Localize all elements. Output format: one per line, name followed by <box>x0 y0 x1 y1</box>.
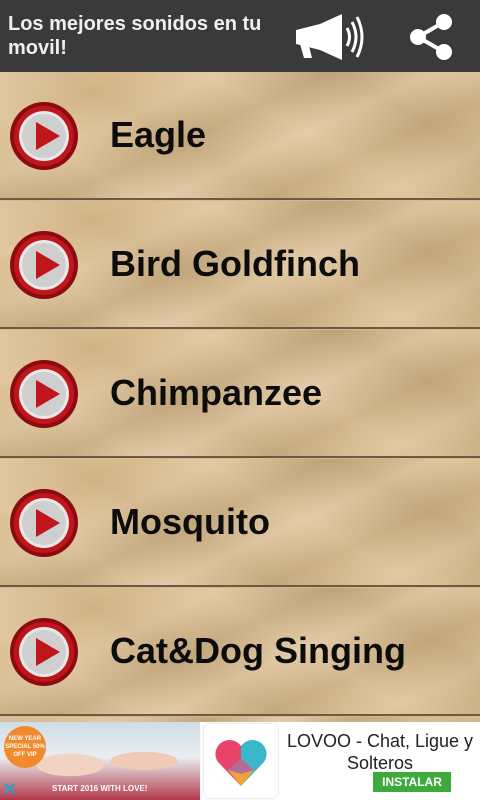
close-icon[interactable]: ✕ <box>2 780 20 798</box>
install-button[interactable]: INSTALAR <box>373 772 451 792</box>
play-icon[interactable] <box>8 229 80 301</box>
sound-label: Bird Goldfinch <box>110 243 360 284</box>
share-icon[interactable] <box>406 12 456 62</box>
app-title: Los mejores sonidos en tu movil! <box>8 13 262 59</box>
sound-item-eagle[interactable]: Eagle <box>0 72 480 200</box>
app-header: Los mejores sonidos en tu movil! <box>0 0 480 72</box>
play-icon[interactable] <box>8 616 80 688</box>
play-icon[interactable] <box>8 487 80 559</box>
sound-label: Mosquito <box>110 501 270 542</box>
sound-label: Chimpanzee <box>110 372 323 413</box>
sound-label: Cat&Dog Singing <box>110 630 406 671</box>
ad-app-name: LOVOO - Chat, Ligue y Solteros <box>286 731 474 773</box>
sound-item-chimpanzee[interactable]: Chimpanzee <box>0 330 480 458</box>
ad-tagline: START 2016 WITH LOVE! <box>52 784 148 793</box>
sound-list: Eagle Bird Goldfinch Chimpanzee Mosquito… <box>0 72 480 722</box>
play-icon[interactable] <box>8 100 80 172</box>
sound-item-bird-goldfinch[interactable]: Bird Goldfinch <box>0 201 480 329</box>
sound-item-mosquito[interactable]: Mosquito <box>0 459 480 587</box>
lovoo-logo-icon <box>204 724 278 798</box>
sound-label: Eagle <box>110 114 207 155</box>
play-icon[interactable] <box>8 358 80 430</box>
ad-photo[interactable]: NEW YEAR SPECIAL 50% OFF VIP START 2016 … <box>0 722 200 800</box>
megaphone-icon[interactable] <box>290 10 364 64</box>
ad-banner[interactable]: NEW YEAR SPECIAL 50% OFF VIP START 2016 … <box>0 722 480 800</box>
sound-item-cat-dog-singing[interactable]: Cat&Dog Singing <box>0 588 480 716</box>
ad-promo-badge: NEW YEAR SPECIAL 50% OFF VIP <box>4 726 46 768</box>
